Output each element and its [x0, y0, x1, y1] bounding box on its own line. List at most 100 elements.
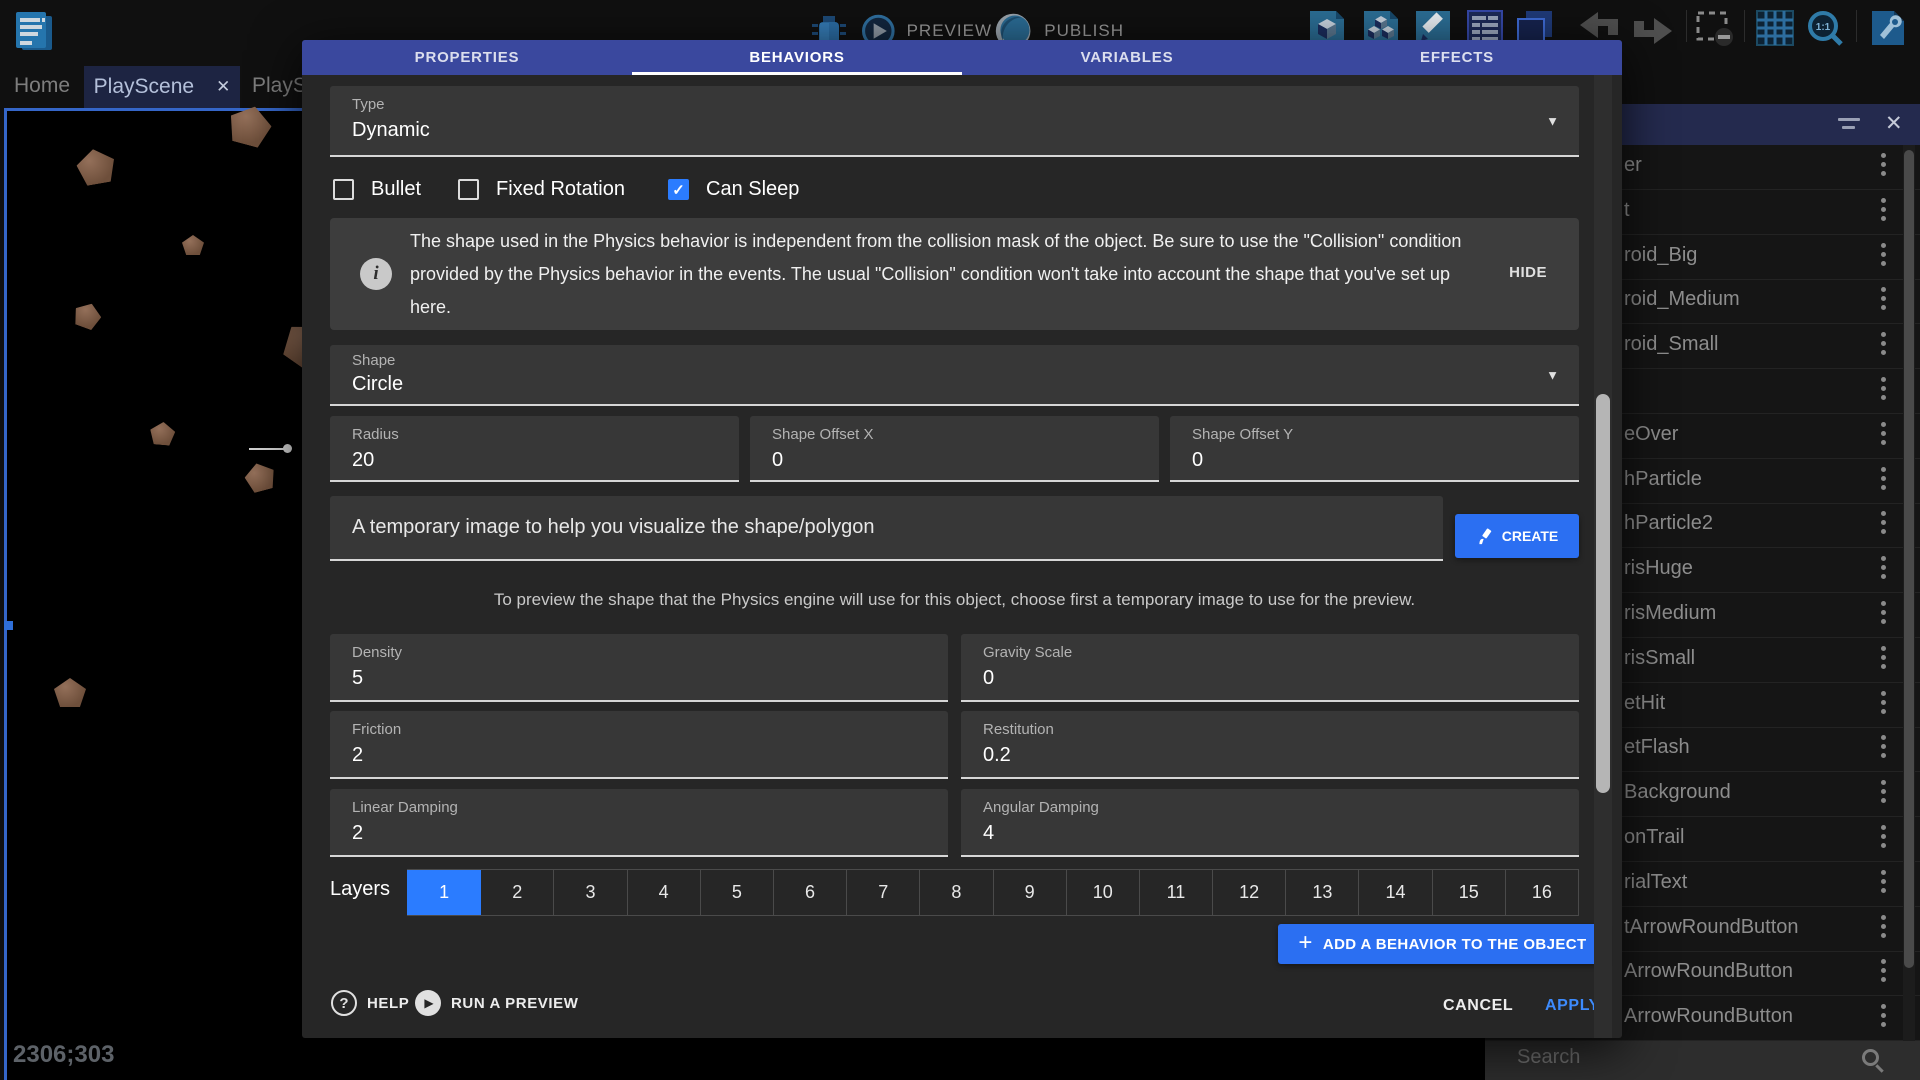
item-menu-icon[interactable]	[1881, 1004, 1886, 1027]
temp-image-field[interactable]: A temporary image to help you visualize …	[330, 496, 1443, 561]
tab-playscene-label: PlayScene	[94, 75, 194, 99]
dialog-scrollbar-thumb[interactable]	[1596, 394, 1610, 793]
layer-option-9[interactable]: 9	[994, 870, 1067, 915]
fixed-rotation-checkbox[interactable]: ✓ Fixed Rotation	[458, 178, 625, 201]
grid-icon[interactable]	[1755, 9, 1795, 47]
asteroid-sprite[interactable]	[225, 101, 276, 150]
zoom-1-1-icon[interactable]: 1:1	[1804, 9, 1848, 47]
help-button[interactable]: ? HELP	[331, 990, 409, 1016]
asteroid-sprite[interactable]	[54, 678, 86, 707]
shape-offset-y-field[interactable]: Shape Offset Y 0	[1170, 416, 1579, 482]
linear-damping-field[interactable]: Linear Damping 2	[330, 789, 948, 857]
item-menu-icon[interactable]	[1881, 646, 1886, 669]
tab-playscene[interactable]: PlayScene ✕	[84, 66, 240, 108]
can-sleep-checkbox[interactable]: ✓ Can Sleep	[668, 178, 799, 201]
friction-field[interactable]: Friction 2	[330, 711, 948, 779]
layer-option-1[interactable]: 1	[407, 870, 481, 915]
asteroid-sprite[interactable]	[74, 146, 118, 187]
instance-handle-line[interactable]	[249, 448, 287, 450]
restitution-field[interactable]: Restitution 0.2	[961, 711, 1579, 779]
item-menu-icon[interactable]	[1881, 959, 1886, 982]
item-menu-icon[interactable]	[1881, 243, 1886, 266]
layer-option-7[interactable]: 7	[847, 870, 920, 915]
item-menu-icon[interactable]	[1881, 735, 1886, 758]
item-menu-icon[interactable]	[1881, 198, 1886, 221]
layer-option-6[interactable]: 6	[774, 870, 847, 915]
item-menu-icon[interactable]	[1881, 287, 1886, 310]
project-settings-icon[interactable]	[1868, 9, 1908, 47]
selection-edge-handle[interactable]	[4, 621, 13, 630]
layer-option-3[interactable]: 3	[554, 870, 627, 915]
panel-scrollbar-thumb[interactable]	[1904, 150, 1914, 968]
layer-option-2[interactable]: 2	[481, 870, 554, 915]
type-dropdown[interactable]: Type Dynamic ▼	[330, 86, 1579, 157]
tab-home[interactable]: Home	[14, 74, 70, 98]
search-input[interactable]	[1515, 1045, 1835, 1070]
item-menu-icon[interactable]	[1881, 780, 1886, 803]
density-field[interactable]: Density 5	[330, 634, 948, 702]
brush-icon	[1476, 528, 1493, 545]
object-name: roid_Big	[1624, 244, 1697, 267]
layer-option-4[interactable]: 4	[628, 870, 701, 915]
panel-close-icon[interactable]: ✕	[1885, 111, 1903, 136]
angular-damping-field[interactable]: Angular Damping 4	[961, 789, 1579, 857]
item-menu-icon[interactable]	[1881, 870, 1886, 893]
item-menu-icon[interactable]	[1881, 825, 1886, 848]
layer-option-13[interactable]: 13	[1286, 870, 1359, 915]
item-menu-icon[interactable]	[1881, 377, 1886, 400]
create-button[interactable]: CREATE	[1455, 514, 1579, 558]
layer-option-14[interactable]: 14	[1359, 870, 1432, 915]
main-menu-icon[interactable]	[12, 8, 56, 54]
tab-playscene2[interactable]: PlayS	[252, 74, 302, 98]
redo-icon[interactable]	[1630, 9, 1676, 47]
checkbox-icon[interactable]: ✓	[668, 179, 689, 200]
deselect-marquee-icon[interactable]	[1694, 9, 1734, 47]
item-menu-icon[interactable]	[1881, 511, 1886, 534]
item-menu-icon[interactable]	[1881, 691, 1886, 714]
item-menu-icon[interactable]	[1881, 422, 1886, 445]
instance-handle-dot[interactable]	[283, 444, 292, 453]
checkbox-icon[interactable]: ✓	[458, 179, 479, 200]
layer-option-10[interactable]: 10	[1067, 870, 1140, 915]
asteroid-sprite[interactable]	[71, 299, 105, 332]
dialog-tabs: PROPERTIES BEHAVIORS VARIABLES EFFECTS	[302, 40, 1622, 75]
info-icon: i	[360, 258, 392, 290]
restitution-label: Restitution	[983, 721, 1054, 738]
gravity-scale-field[interactable]: Gravity Scale 0	[961, 634, 1579, 702]
layer-option-15[interactable]: 15	[1433, 870, 1506, 915]
add-behavior-button[interactable]: + ADD A BEHAVIOR TO THE OBJECT	[1278, 924, 1607, 964]
object-name: risMedium	[1624, 602, 1716, 625]
checkbox-icon[interactable]: ✓	[333, 179, 354, 200]
radius-field[interactable]: Radius 20	[330, 416, 739, 482]
tab-effects[interactable]: EFFECTS	[1292, 40, 1622, 75]
cancel-button[interactable]: CANCEL	[1443, 997, 1513, 1015]
layer-option-16[interactable]: 16	[1506, 870, 1579, 915]
layer-option-11[interactable]: 11	[1140, 870, 1213, 915]
bullet-checkbox[interactable]: ✓ Bullet	[333, 178, 421, 201]
layer-option-5[interactable]: 5	[701, 870, 774, 915]
item-menu-icon[interactable]	[1881, 153, 1886, 176]
tab-close-icon[interactable]: ✕	[216, 77, 230, 97]
asteroid-sprite[interactable]	[242, 460, 278, 495]
item-menu-icon[interactable]	[1881, 915, 1886, 938]
filter-icon[interactable]	[1838, 118, 1860, 134]
object-name: roid_Medium	[1624, 288, 1740, 311]
apply-button[interactable]: APPLY	[1545, 997, 1600, 1015]
layers-label: Layers	[330, 878, 390, 901]
object-name: hParticle2	[1624, 512, 1713, 535]
shape-dropdown[interactable]: Shape Circle ▼	[330, 345, 1579, 406]
hide-button[interactable]: HIDE	[1509, 264, 1547, 281]
item-menu-icon[interactable]	[1881, 332, 1886, 355]
asteroid-sprite[interactable]	[182, 235, 204, 255]
layer-option-12[interactable]: 12	[1213, 870, 1286, 915]
run-preview-button[interactable]: ▶ RUN A PREVIEW	[415, 990, 579, 1016]
tab-properties[interactable]: PROPERTIES	[302, 40, 632, 75]
item-menu-icon[interactable]	[1881, 601, 1886, 624]
asteroid-sprite[interactable]	[149, 421, 176, 446]
item-menu-icon[interactable]	[1881, 467, 1886, 490]
layer-option-8[interactable]: 8	[920, 870, 993, 915]
tab-variables[interactable]: VARIABLES	[962, 40, 1292, 75]
shape-offset-x-field[interactable]: Shape Offset X 0	[750, 416, 1159, 482]
item-menu-icon[interactable]	[1881, 556, 1886, 579]
tab-behaviors[interactable]: BEHAVIORS	[632, 40, 962, 75]
